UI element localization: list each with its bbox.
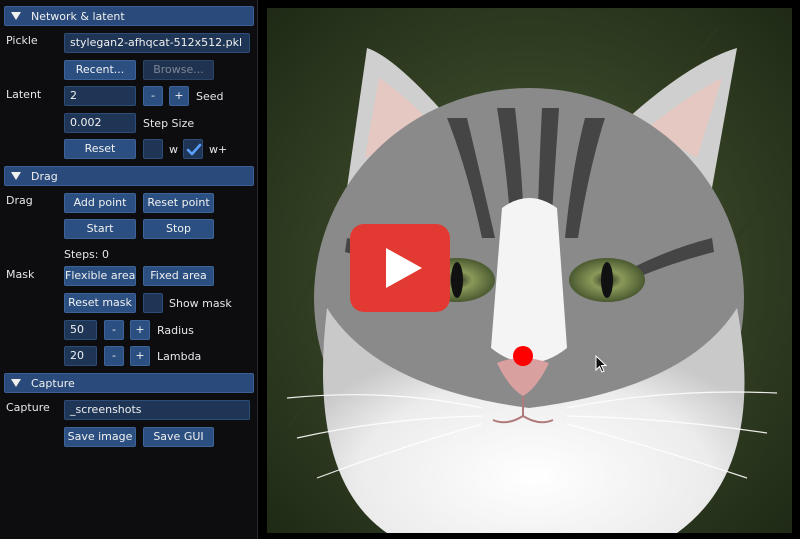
radius-label: Radius [157,324,194,337]
seed-field[interactable]: 2 [64,86,136,106]
seed-increment-button[interactable]: + [169,86,189,106]
section-title: Network & latent [31,9,125,23]
w-checkbox[interactable] [143,139,163,159]
browse-button[interactable]: Browse... [143,60,214,80]
seed-decrement-button[interactable]: - [143,86,163,106]
reset-point-button[interactable]: Reset point [143,193,214,213]
drag-label: Drag [6,194,33,207]
stop-button[interactable]: Stop [143,219,214,239]
radius-increment-button[interactable]: + [130,320,150,340]
generated-image-viewer[interactable] [267,8,792,533]
wplus-label: w+ [209,143,228,156]
section-title: Drag [31,169,58,183]
steps-counter: Steps: 0 [64,248,109,261]
lambda-field[interactable]: 20 [64,346,97,366]
show-mask-checkbox[interactable] [143,293,163,313]
play-icon [386,248,422,288]
step-size-field[interactable]: 0.002 [64,113,136,133]
lambda-increment-button[interactable]: + [130,346,150,366]
fixed-area-button[interactable]: Fixed area [143,266,214,286]
lambda-decrement-button[interactable]: - [104,346,124,366]
reset-mask-button[interactable]: Reset mask [64,293,136,313]
section-title: Capture [31,376,75,390]
latent-label: Latent [6,88,42,101]
collapse-triangle-icon [11,12,21,20]
mouse-cursor-icon [595,355,607,373]
save-image-button[interactable]: Save image [64,427,136,447]
radius-field[interactable]: 50 [64,320,97,340]
checkmark-icon [186,143,202,156]
save-gui-button[interactable]: Save GUI [143,427,214,447]
cat-image [267,8,792,533]
pickle-field[interactable]: stylegan2-afhqcat-512x512.pkl [64,33,250,53]
drag-handle-point[interactable] [513,346,533,366]
reset-latent-button[interactable]: Reset [64,139,136,159]
capture-dir-field[interactable]: _screenshots [64,400,250,420]
show-mask-label: Show mask [169,297,232,310]
play-video-button[interactable] [350,224,450,312]
wplus-checkbox[interactable] [183,139,203,159]
recent-button[interactable]: Recent... [64,60,136,80]
flexible-area-button[interactable]: Flexible area [64,266,136,286]
seed-label: Seed [196,90,224,103]
w-label: w [169,143,178,156]
add-point-button[interactable]: Add point [64,193,136,213]
section-header-network[interactable]: Network & latent [4,6,254,26]
start-button[interactable]: Start [64,219,136,239]
section-header-capture[interactable]: Capture [4,373,254,393]
mask-label: Mask [6,268,35,281]
control-panel: Network & latent Pickle stylegan2-afhqca… [0,0,258,539]
pickle-label: Pickle [6,34,38,47]
collapse-triangle-icon [11,379,21,387]
collapse-triangle-icon [11,172,21,180]
section-header-drag[interactable]: Drag [4,166,254,186]
lambda-label: Lambda [157,350,202,363]
step-size-label: Step Size [143,117,195,130]
radius-decrement-button[interactable]: - [104,320,124,340]
capture-label: Capture [6,401,50,414]
